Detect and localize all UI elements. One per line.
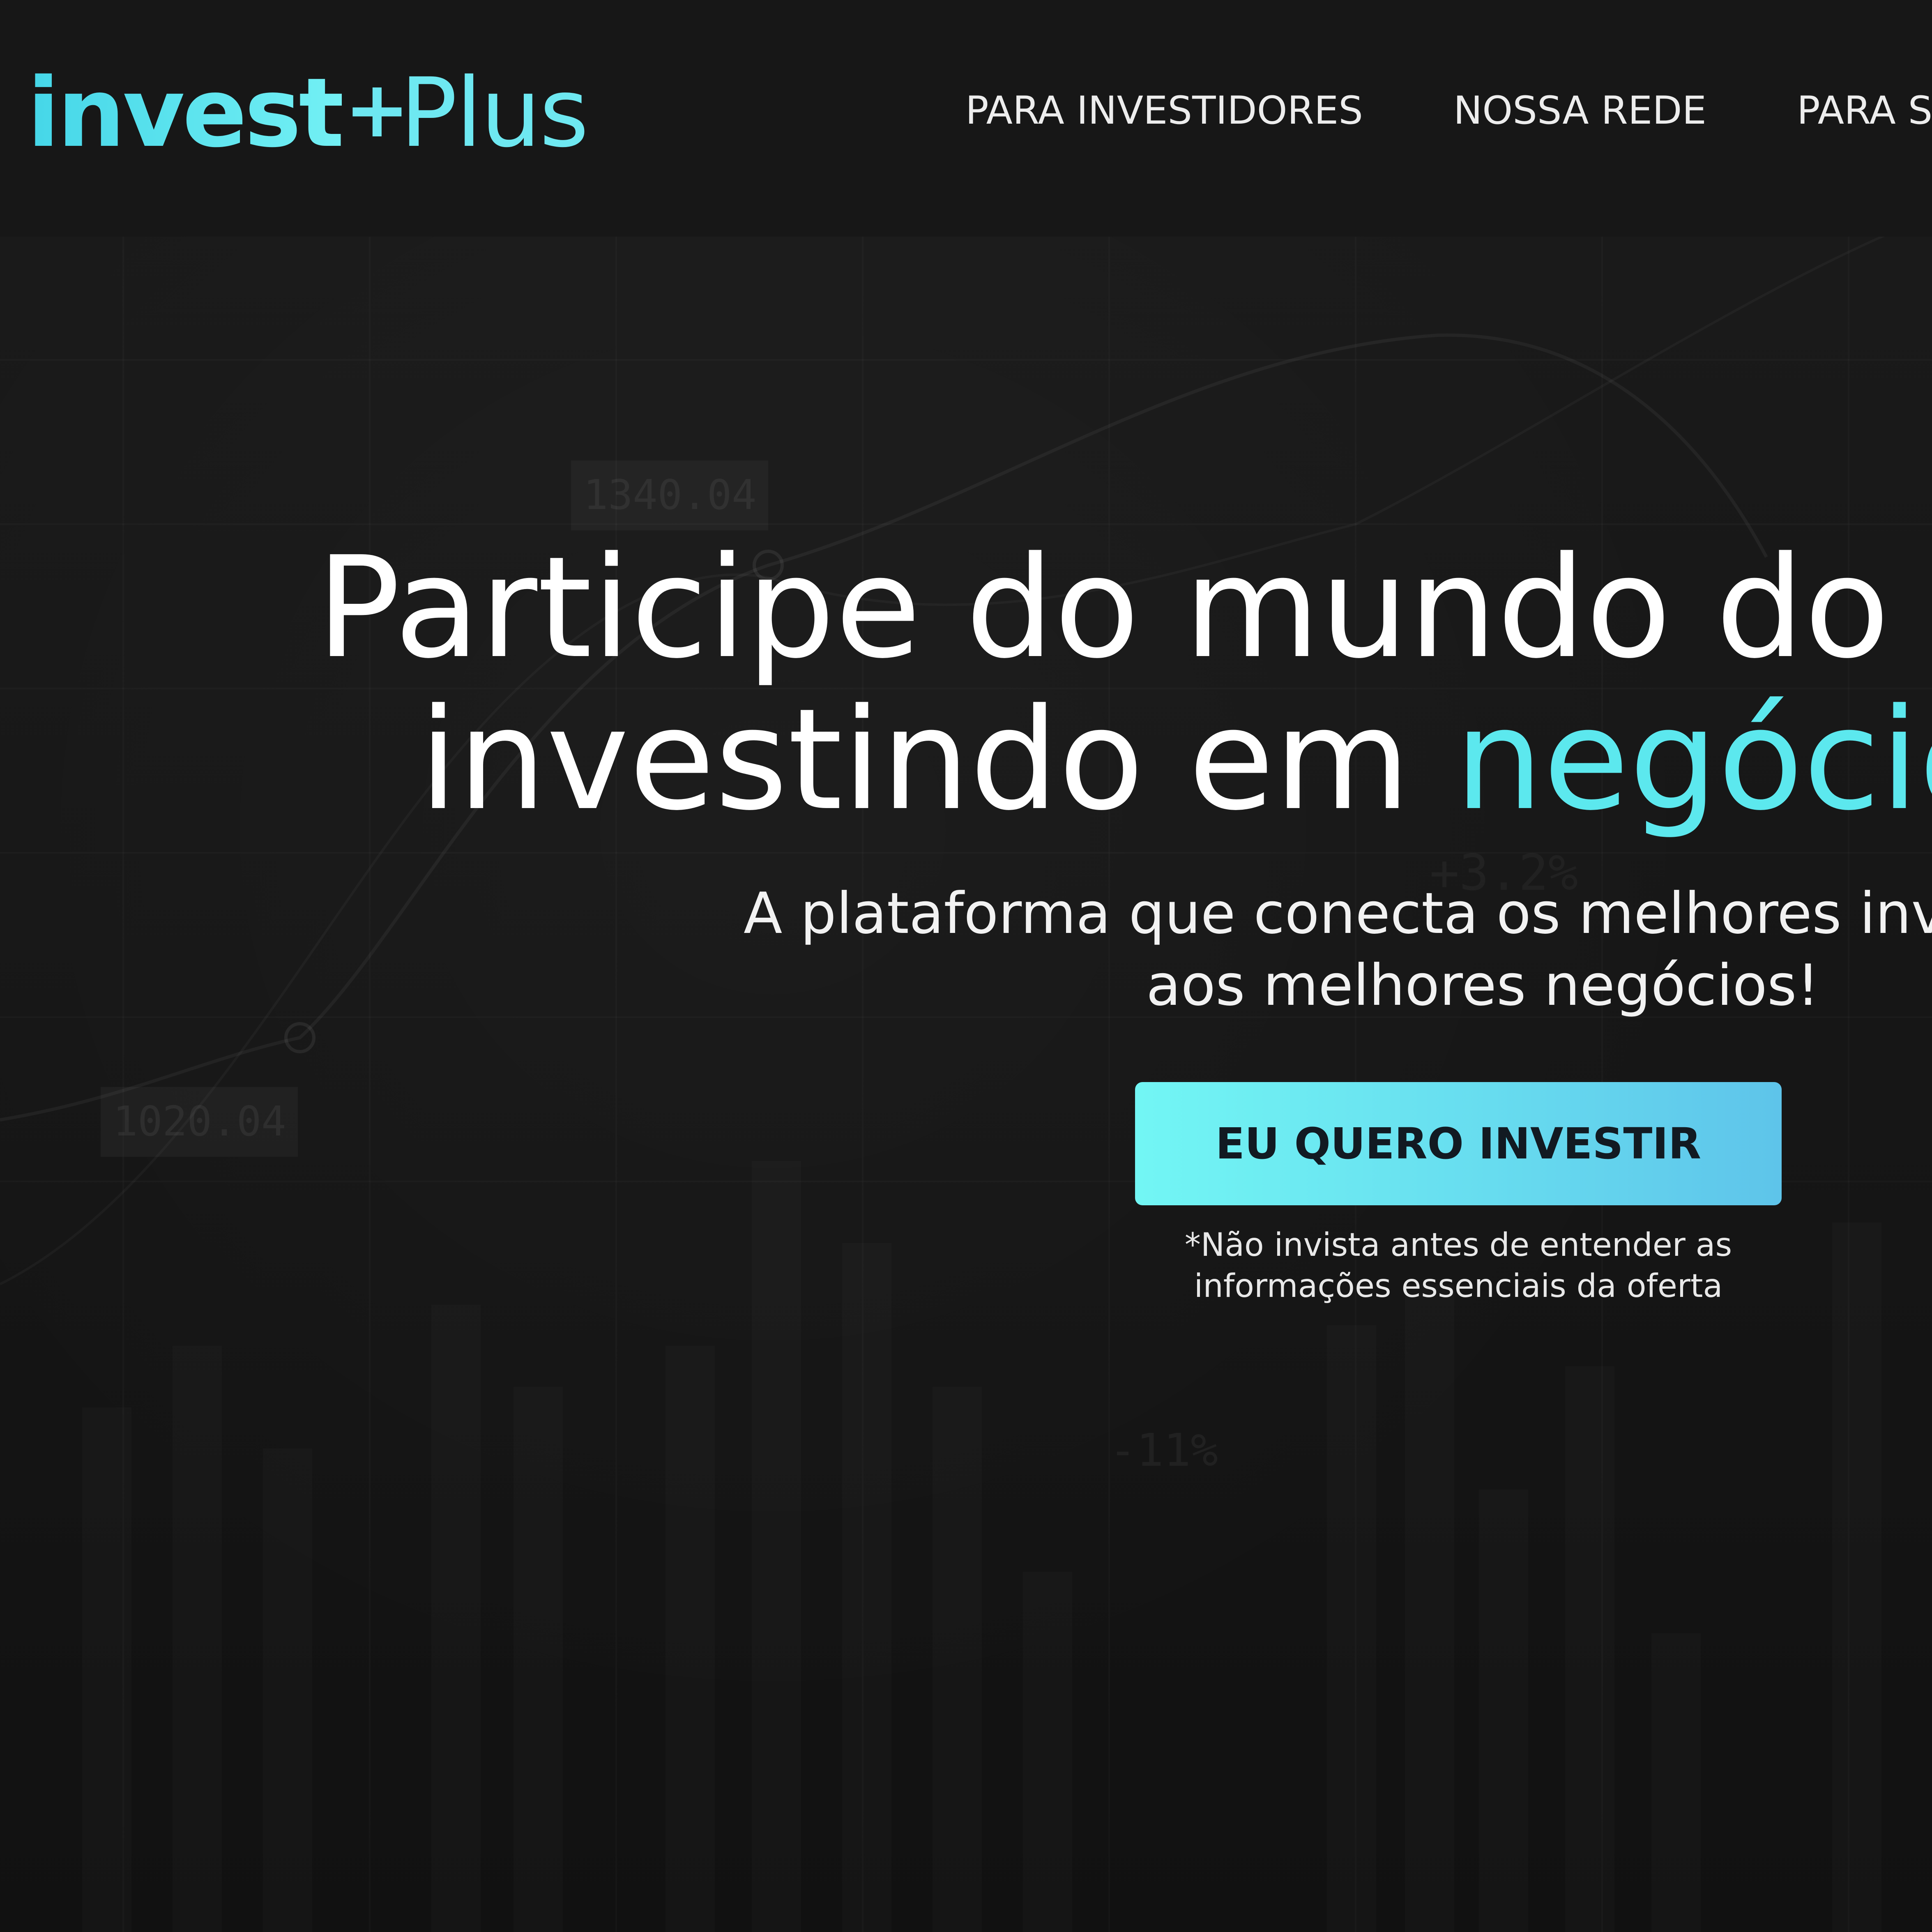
nav-item-nossa-rede[interactable]: NOSSA REDE [1453, 82, 1706, 140]
logo-wordmark-plus: Plus [400, 58, 589, 168]
invest-cta-button[interactable]: EU QUERO INVESTIR [1135, 1082, 1782, 1205]
logo-plus-icon: + [344, 64, 410, 155]
main-nav: PARA INVESTIDORES NOSSA REDE PARA START [965, 82, 1932, 140]
hero-headline-line2: investindo em negócios d [419, 690, 1932, 830]
logo-wordmark-invest: invest [27, 58, 344, 168]
brand-logo[interactable]: invest + Plus [27, 58, 589, 168]
background-label: 1020.04 [113, 1097, 286, 1145]
disclaimer-line1: *Não invista antes de entender as [1184, 1227, 1732, 1264]
nav-item-para-startups[interactable]: PARA START [1797, 82, 1932, 140]
landing-page: 1340.04 1020.04 -11% +3.2% invest + Plus… [0, 0, 1932, 1932]
hero-subtitle-line2: aos melhores negócios! [1146, 952, 1819, 1018]
background-label: 1340.04 [583, 471, 757, 519]
hero-headline-highlight: negócios d [1455, 679, 1932, 841]
invest-cta-label: EU QUERO INVESTIR [1215, 1119, 1702, 1169]
hero-subtitle-line1: A plataforma que conecta os melhores inv… [744, 880, 1932, 946]
disclaimer-line2: informações essenciais da oferta [1194, 1268, 1723, 1305]
background-label: -11% [1109, 1424, 1218, 1476]
site-header: invest + Plus PARA INVESTIDORES NOSSA RE… [0, 0, 1932, 237]
nav-item-para-investidores[interactable]: PARA INVESTIDORES [965, 82, 1363, 140]
hero-headline-line1: Participe do mundo do Vent [316, 527, 1932, 689]
hero-headline-prefix: investindo em [419, 679, 1455, 841]
